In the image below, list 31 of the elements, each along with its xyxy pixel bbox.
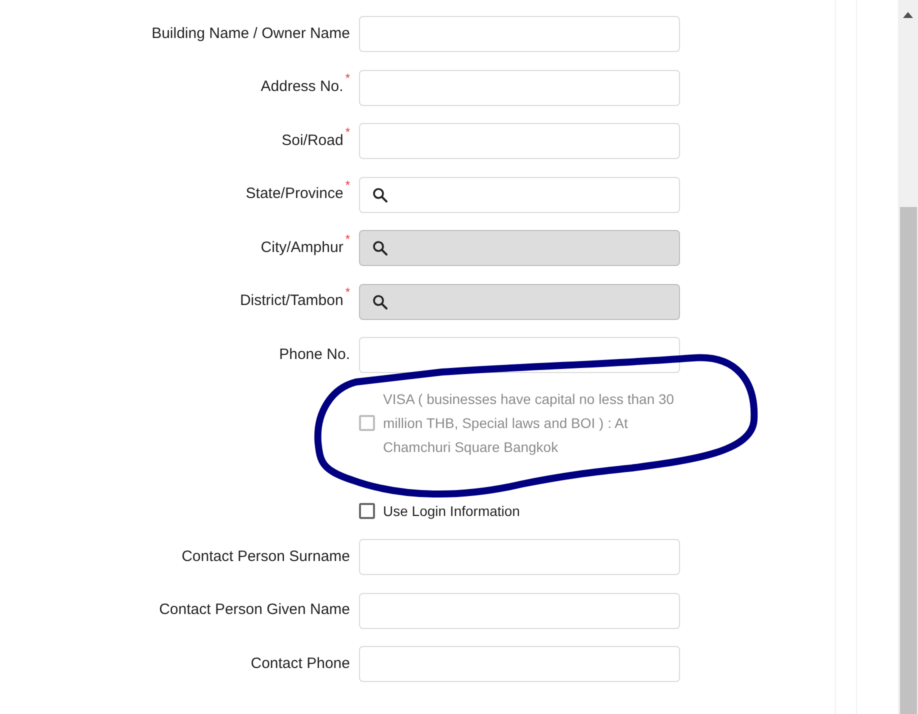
field-label: District/Tambon <box>240 291 344 312</box>
field-label: Address No. <box>260 77 344 98</box>
search-icon <box>372 294 388 310</box>
required-mark: * <box>345 126 350 138</box>
field-label: City/Amphur <box>260 238 344 258</box>
checkbox-label: VISA ( businesses have capital no less than 30 million THB, Special laws and BOI ) : At Chamchuri Square Bangkok <box>383 390 676 457</box>
field-label: Soi/Road <box>282 130 344 151</box>
required-mark: * <box>345 179 350 192</box>
field-label: Phone No. <box>279 344 350 365</box>
search-icon <box>372 186 388 202</box>
field-label: Contact Person Given Name <box>159 600 350 620</box>
checkbox[interactable] <box>359 503 375 519</box>
checkbox-label: Use Login Information <box>383 502 521 521</box>
search-field[interactable] <box>359 176 680 212</box>
scroll-up-arrow-icon[interactable] <box>903 12 913 18</box>
input-field[interactable] <box>359 70 680 106</box>
required-mark: * <box>345 232 350 245</box>
field-label: Building Name / Owner Name <box>152 24 350 44</box>
field-label: Contact Person Surname <box>182 546 350 567</box>
input-field[interactable] <box>359 123 680 159</box>
input-field[interactable] <box>359 539 680 575</box>
required-mark: * <box>345 72 350 84</box>
field-label: Contact Phone <box>250 654 350 674</box>
search-icon <box>372 240 388 256</box>
input-field[interactable] <box>359 592 680 628</box>
field-label: State/Province <box>246 184 344 204</box>
scrollbar-thumb[interactable] <box>900 207 916 714</box>
input-field[interactable] <box>359 646 680 682</box>
scrollbar[interactable] <box>898 0 918 714</box>
input-field[interactable] <box>359 16 680 52</box>
required-mark: * <box>345 286 350 298</box>
